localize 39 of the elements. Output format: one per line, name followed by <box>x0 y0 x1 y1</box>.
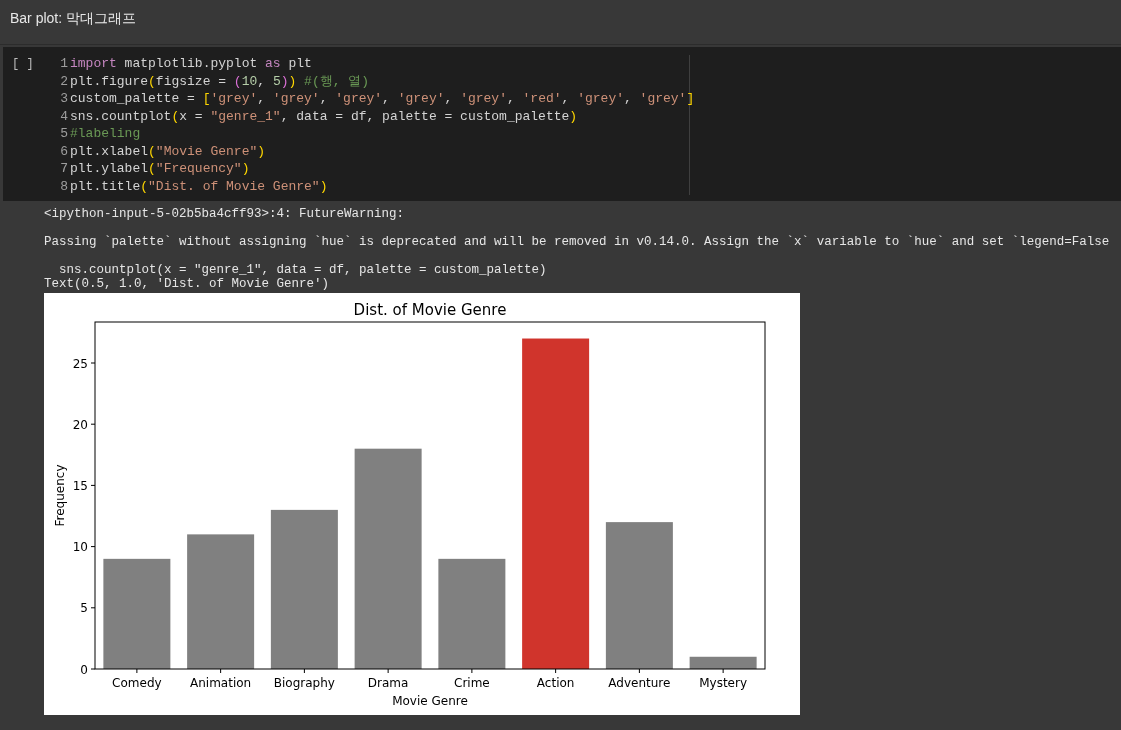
y-tick-label: 20 <box>72 417 88 432</box>
x-tick-label: Comedy <box>112 676 162 690</box>
line-number: 3 <box>59 90 68 108</box>
x-tick-label: Crime <box>454 676 490 690</box>
line-number: 2 <box>59 72 68 90</box>
x-tick-label: Animation <box>190 676 252 690</box>
line-number: 6 <box>59 142 68 160</box>
line-number: 1 <box>59 55 68 73</box>
run-cell-button[interactable]: [ ] <box>12 55 50 73</box>
y-tick-label: 25 <box>72 356 88 371</box>
y-tick-label: 10 <box>72 540 88 555</box>
line-number: 5 <box>59 125 68 143</box>
y-tick-label: 15 <box>72 478 88 493</box>
x-tick-label: Drama <box>367 676 409 690</box>
code-line: plt.ylabel("Frequency") <box>70 160 250 178</box>
output-text: <ipython-input-5-02b5ba4cff93>:4: FutureWarning: <box>44 207 405 221</box>
code-line: sns.countplot(x = "genre_1", data = df, palette = custom_palette) <box>70 107 578 125</box>
code-line: plt.xlabel("Movie Genre") <box>70 142 266 160</box>
output-text: Passing `palette` without assigning `hue` is deprecated and will be removed in v0.14.0. Assign the `x` variable to `hue` and set `legend=False <box>44 235 1110 249</box>
x-tick-label: Action <box>536 676 575 690</box>
section-title: Bar plot: 막대그래프 <box>10 10 137 26</box>
code-line: plt.figure(figsize = (10, 5)) #(행, 열) <box>70 72 370 90</box>
code-line: plt.title("Dist. of Movie Genre") <box>70 177 328 195</box>
line-number: 8 <box>59 177 68 195</box>
chart-title: Dist. of Movie Genre <box>353 301 507 319</box>
code-line: custom_palette = ['grey', 'grey', 'grey', 'grey', 'grey', 'red', 'grey', 'grey'] <box>70 90 695 108</box>
y-tick-label: 0 <box>80 662 88 677</box>
x-tick-label: Biography <box>273 676 335 690</box>
y-axis-label: Frequency <box>53 464 67 527</box>
line-number: 7 <box>59 160 68 178</box>
output-text: Text(0.5, 1.0, 'Dist. of Movie Genre') <box>44 277 330 291</box>
line-number: 4 <box>59 107 68 125</box>
x-tick-label: Adventure <box>608 676 671 690</box>
code-line: #labeling <box>70 125 141 143</box>
x-axis-label: Movie Genre <box>392 694 468 708</box>
code-line: import matplotlib.pyplot as plt <box>70 55 312 73</box>
y-tick-label: 5 <box>80 601 88 616</box>
x-tick-label: Mystery <box>699 676 748 690</box>
output-text: sns.countplot(x = "genre_1", data = df, palette = custom_palette) <box>58 263 547 277</box>
